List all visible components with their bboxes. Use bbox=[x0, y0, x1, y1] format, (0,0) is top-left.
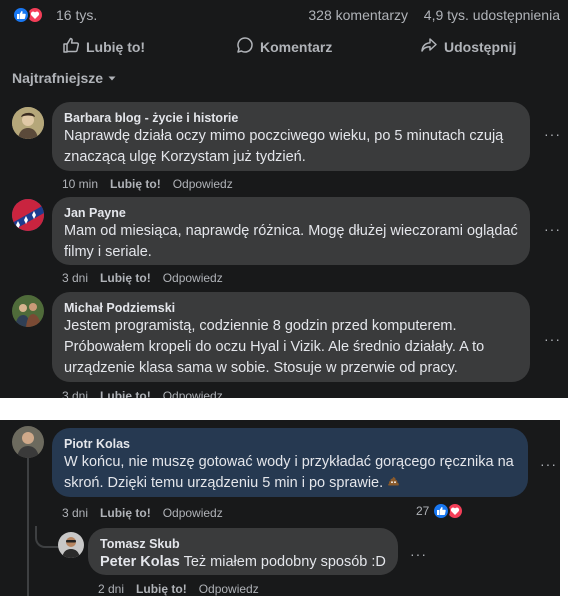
comment-reply-link[interactable]: Odpowiedz bbox=[163, 271, 223, 285]
poop-emoji-icon bbox=[387, 475, 400, 491]
like-button[interactable]: Lubię to! bbox=[62, 36, 145, 57]
comment-bubble-highlighted: Piotr Kolas W końcu, nie muszę gotować w… bbox=[52, 428, 528, 497]
comment-meta: 3 dni Lubię to! Odpowiedz bbox=[62, 271, 223, 285]
share-count[interactable]: 4,9 tys. udostępnienia bbox=[424, 7, 560, 23]
reply-text-content: Też miałem podobny sposób :D bbox=[183, 554, 386, 570]
comment-options-icon[interactable]: ··· bbox=[544, 126, 561, 142]
comment-time[interactable]: 3 dni bbox=[62, 389, 88, 398]
share-arrow-icon bbox=[420, 36, 438, 57]
avatar[interactable] bbox=[12, 426, 44, 458]
reaction-count[interactable]: 16 tys. bbox=[56, 7, 97, 23]
thumbs-up-icon bbox=[62, 36, 80, 57]
comment-reply-link[interactable]: Odpowiedz bbox=[173, 177, 233, 191]
comments-panel-top: 16 tys. 328 komentarzy 4,9 tys. udostępn… bbox=[0, 0, 568, 398]
avatar[interactable] bbox=[12, 199, 44, 231]
reply-time[interactable]: 2 dni bbox=[98, 582, 124, 596]
comment-button-label: Komentarz bbox=[260, 38, 333, 55]
reaction-icons[interactable] bbox=[12, 6, 44, 24]
reply-meta: 2 dni Lubię to! Odpowiedz bbox=[98, 582, 259, 596]
thread-line bbox=[27, 454, 29, 596]
like-reaction-icon bbox=[12, 6, 30, 24]
comment-time[interactable]: 3 dni bbox=[62, 506, 88, 520]
comment-bubble: Michał Podziemski Jestem programistą, co… bbox=[52, 292, 530, 382]
comment-meta: 3 dni Lubię to! Odpowiedz bbox=[62, 506, 223, 520]
comment-count[interactable]: 328 komentarzy bbox=[308, 7, 408, 23]
caret-down-icon bbox=[107, 70, 117, 86]
comment-reactions[interactable]: 27 bbox=[416, 502, 465, 520]
comment-like-link[interactable]: Lubię to! bbox=[100, 389, 151, 398]
comment-like-link[interactable]: Lubię to! bbox=[100, 271, 151, 285]
comment-options-icon[interactable]: ··· bbox=[540, 456, 557, 472]
post-action-bar: Lubię to! Komentarz Udostępnij bbox=[0, 31, 568, 61]
comment-time[interactable]: 3 dni bbox=[62, 271, 88, 285]
comment-button[interactable]: Komentarz bbox=[236, 36, 332, 57]
sort-label: Najtrafniejsze bbox=[12, 70, 104, 86]
comment-text: Jestem programistą, codziennie 8 godzin … bbox=[64, 318, 485, 376]
comment-text: Naprawdę działa oczy mimo poczciwego wie… bbox=[64, 128, 504, 165]
share-button-label: Udostępnij bbox=[444, 38, 517, 55]
comment-text-content: W końcu, nie muszę gotować wody i przykł… bbox=[64, 454, 514, 491]
avatar[interactable] bbox=[12, 107, 44, 139]
comment-text: W końcu, nie muszę gotować wody i przykł… bbox=[64, 452, 516, 494]
reply-text: Peter Kolas Też miałem podobny sposób :D bbox=[100, 552, 386, 573]
post-stats-bar: 16 tys. 328 komentarzy 4,9 tys. udostępn… bbox=[0, 0, 568, 30]
like-button-label: Lubię to! bbox=[86, 38, 146, 55]
comment-sort-dropdown[interactable]: Najtrafniejsze bbox=[12, 70, 117, 86]
comment-author[interactable]: Michał Podziemski bbox=[64, 300, 518, 316]
comment-author[interactable]: Piotr Kolas bbox=[64, 436, 516, 452]
speech-bubble-icon bbox=[236, 36, 254, 57]
comment-reaction-count: 27 bbox=[416, 504, 430, 518]
reply-reply-link[interactable]: Odpowiedz bbox=[199, 582, 259, 596]
comment-author[interactable]: Jan Payne bbox=[64, 205, 518, 221]
comment-like-link[interactable]: Lubię to! bbox=[100, 506, 151, 520]
reply-options-icon[interactable]: ··· bbox=[410, 546, 427, 562]
post-stats-right: 328 komentarzy 4,9 tys. udostępnienia bbox=[308, 7, 560, 23]
comment-meta: 10 min Lubię to! Odpowiedz bbox=[62, 177, 233, 191]
comment-text: Mam od miesiąca, naprawdę różnica. Mogę … bbox=[64, 223, 518, 260]
reply-like-link[interactable]: Lubię to! bbox=[136, 582, 187, 596]
comment-time[interactable]: 10 min bbox=[62, 177, 98, 191]
avatar[interactable] bbox=[58, 532, 84, 558]
comment-bubble: Barbara blog - życie i historie Naprawdę… bbox=[52, 102, 530, 171]
avatar[interactable] bbox=[12, 295, 44, 327]
comment-options-icon[interactable]: ··· bbox=[544, 331, 561, 347]
comment-like-link[interactable]: Lubię to! bbox=[110, 177, 161, 191]
comment-options-icon[interactable]: ··· bbox=[544, 221, 561, 237]
reply-bubble: Tomasz Skub Peter Kolas Też miałem podob… bbox=[88, 528, 398, 575]
comment-reply-link[interactable]: Odpowiedz bbox=[163, 506, 223, 520]
reply-connector bbox=[35, 526, 59, 548]
comment-meta: 3 dni Lubię to! Odpowiedz bbox=[62, 389, 223, 398]
comment-bubble: Jan Payne Mam od miesiąca, naprawdę różn… bbox=[52, 197, 530, 265]
comment-author[interactable]: Barbara blog - życie i historie bbox=[64, 110, 518, 126]
reply-author[interactable]: Tomasz Skub bbox=[100, 536, 386, 552]
comment-reply-link[interactable]: Odpowiedz bbox=[163, 389, 223, 398]
share-button[interactable]: Udostępnij bbox=[420, 36, 516, 57]
comments-panel-bottom: Piotr Kolas W końcu, nie muszę gotować w… bbox=[0, 420, 560, 596]
reply-mention[interactable]: Peter Kolas bbox=[100, 554, 180, 570]
